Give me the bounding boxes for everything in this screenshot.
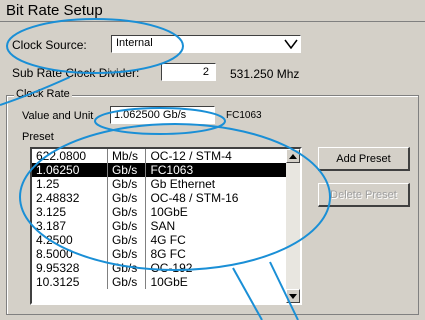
- preset-label: Preset: [22, 131, 54, 143]
- preset-name: 8G FC: [150, 247, 186, 261]
- preset-rate: 8.5000: [32, 247, 108, 261]
- scroll-up-button[interactable]: [286, 149, 300, 163]
- preset-rate: 3.187: [32, 219, 108, 233]
- preset-rate: 1.25: [32, 177, 108, 191]
- rate-code: FC1063: [226, 110, 262, 121]
- preset-row[interactable]: 1.06250 Gb/s FC1063: [32, 163, 288, 177]
- preset-row[interactable]: 622.0800 Mb/s OC-12 / STM-4: [32, 149, 288, 163]
- add-preset-button[interactable]: Add Preset: [318, 147, 410, 171]
- preset-list[interactable]: 622.0800 Mb/s OC-12 / STM-4 1.06250 Gb/s FC10…: [30, 147, 302, 305]
- delete-preset-button[interactable]: Delete Preset: [318, 183, 410, 207]
- preset-rate: 622.0800: [32, 149, 108, 163]
- clock-source-value: Internal: [116, 37, 153, 49]
- preset-row[interactable]: 3.125 Gb/s 10GbE: [32, 205, 288, 219]
- preset-rate: 10.3125: [32, 275, 108, 289]
- preset-row[interactable]: 10.3125 Gb/s 10GbE: [32, 275, 288, 289]
- preset-row[interactable]: 2.48832 Gb/s OC-48 / STM-16: [32, 191, 288, 205]
- preset-rate: 1.06250: [32, 163, 108, 177]
- preset-name: 4G FC: [150, 233, 186, 247]
- preset-unit: Gb/s: [107, 177, 147, 191]
- clock-source-label: Clock Source:: [12, 38, 87, 52]
- sub-rate-value: 2: [202, 66, 209, 78]
- preset-name: 10GbE: [150, 205, 188, 219]
- preset-name: OC-192: [150, 261, 193, 275]
- preset-unit: Gb/s: [107, 247, 147, 261]
- preset-rate: 4.2500: [32, 233, 108, 247]
- value-unit-input[interactable]: 1.062500 Gb/s: [110, 106, 215, 124]
- sub-rate-label: Sub Rate Clock Divider:: [12, 66, 140, 80]
- preset-unit: Gb/s: [107, 261, 147, 275]
- preset-unit: Gb/s: [107, 205, 147, 219]
- clock-source-dropdown[interactable]: Internal: [111, 35, 301, 53]
- preset-unit: Gb/s: [107, 233, 147, 247]
- arrow-down-icon: [289, 293, 297, 299]
- preset-row[interactable]: 9.95328 Gb/s OC-192: [32, 261, 288, 275]
- preset-name: OC-12 / STM-4: [150, 149, 232, 163]
- arrow-up-icon: [289, 153, 297, 159]
- preset-row[interactable]: 4.2500 Gb/s 4G FC: [32, 233, 288, 247]
- preset-name: 10GbE: [150, 275, 188, 289]
- sub-rate-input[interactable]: 2: [161, 63, 216, 81]
- clock-rate-group-label: Clock Rate: [14, 88, 72, 100]
- preset-scrollbar[interactable]: [286, 149, 300, 303]
- preset-unit: Gb/s: [107, 275, 147, 289]
- preset-table: 622.0800 Mb/s OC-12 / STM-4 1.06250 Gb/s FC10…: [32, 149, 288, 289]
- preset-rate: 9.95328: [32, 261, 108, 275]
- chevron-down-icon[interactable]: [283, 37, 299, 51]
- preset-row[interactable]: 3.187 Gb/s SAN: [32, 219, 288, 233]
- value-unit-label: Value and Unit: [22, 110, 94, 122]
- sub-rate-frequency: 531.250 Mhz: [230, 67, 300, 81]
- preset-name: Gb Ethernet: [150, 177, 216, 191]
- preset-name: OC-48 / STM-16: [150, 191, 239, 205]
- preset-rate: 2.48832: [32, 191, 108, 205]
- value-unit-value: 1.062500 Gb/s: [114, 109, 187, 121]
- preset-unit: Gb/s: [107, 163, 147, 177]
- preset-unit: Mb/s: [107, 149, 147, 163]
- preset-name: SAN: [150, 219, 176, 233]
- preset-row[interactable]: 8.5000 Gb/s 8G FC: [32, 247, 288, 261]
- scroll-down-button[interactable]: [286, 289, 300, 303]
- preset-rate: 3.125: [32, 205, 108, 219]
- preset-row[interactable]: 1.25 Gb/s Gb Ethernet: [32, 177, 288, 191]
- window-title: Bit Rate Setup: [0, 0, 425, 22]
- preset-unit: Gb/s: [107, 219, 147, 233]
- preset-name: FC1063: [145, 163, 288, 177]
- preset-unit: Gb/s: [107, 191, 147, 205]
